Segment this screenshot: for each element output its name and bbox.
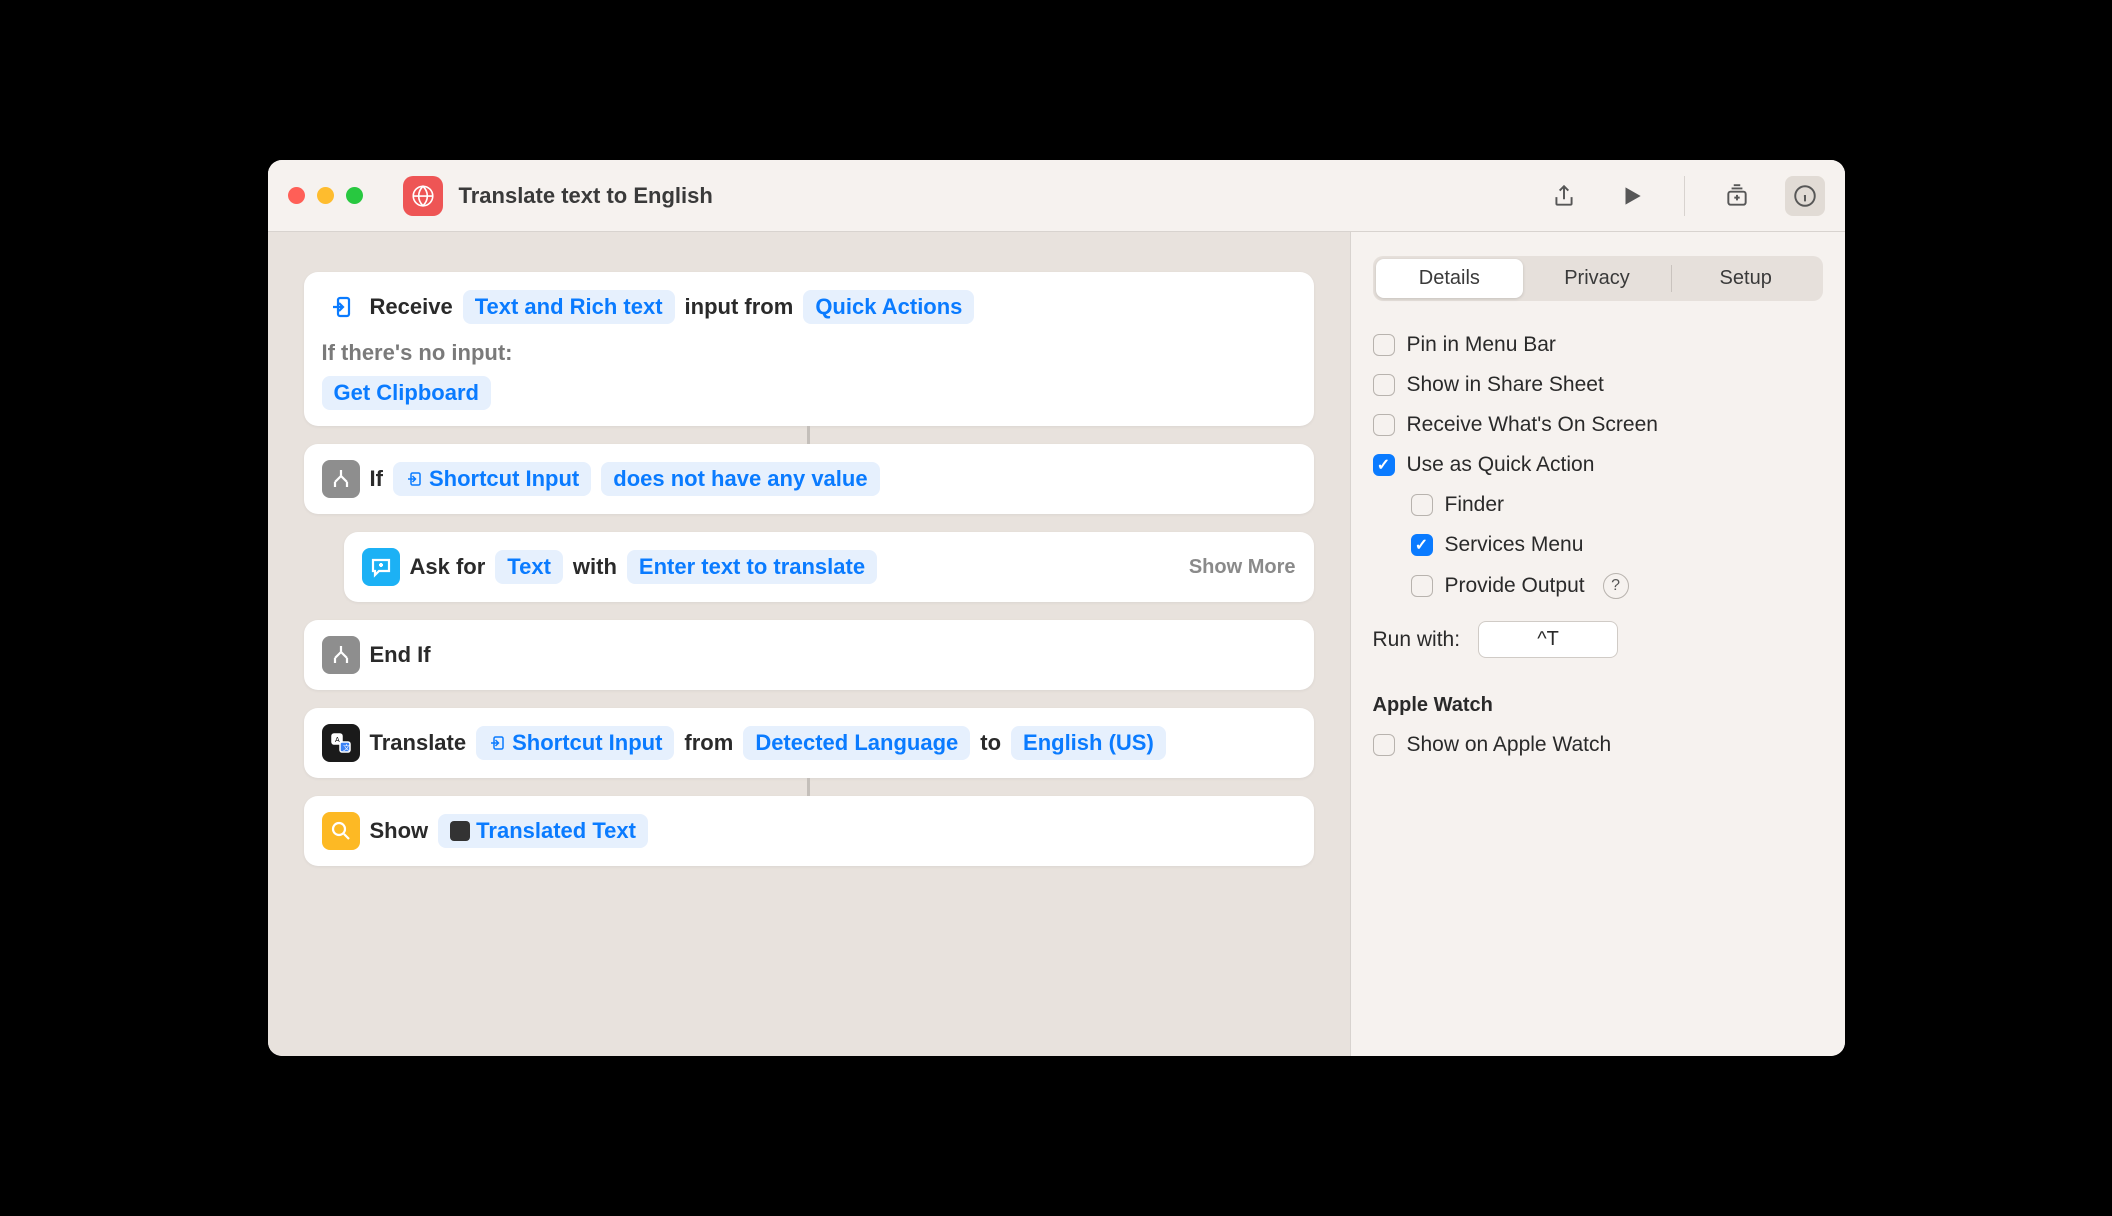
fallback-action-token[interactable]: Get Clipboard <box>322 376 491 410</box>
window-controls <box>288 187 363 204</box>
receive-screen-label: Receive What's On Screen <box>1407 413 1658 437</box>
svg-text:文: 文 <box>343 743 350 752</box>
branch-icon <box>322 460 360 498</box>
tab-details[interactable]: Details <box>1376 259 1524 298</box>
quicklook-icon <box>322 812 360 850</box>
if-label: If <box>370 466 383 492</box>
if-variable-token[interactable]: Shortcut Input <box>393 462 591 496</box>
receive-screen-checkbox[interactable] <box>1373 414 1395 436</box>
inspector-sidebar: Details Privacy Setup Pin in Menu Bar Sh… <box>1350 232 1845 1056</box>
translate-from-label: from <box>684 730 733 756</box>
ask-type-token[interactable]: Text <box>495 550 563 584</box>
to-language-token[interactable]: English (US) <box>1011 726 1166 760</box>
translate-to-label: to <box>980 730 1001 756</box>
share-sheet-row: Show in Share Sheet <box>1373 365 1823 405</box>
services-menu-checkbox[interactable] <box>1411 534 1433 556</box>
provide-output-checkbox[interactable] <box>1411 575 1433 597</box>
provide-output-row: Provide Output ? <box>1373 565 1823 607</box>
receive-screen-row: Receive What's On Screen <box>1373 405 1823 445</box>
finder-row: Finder <box>1373 485 1823 525</box>
close-window-button[interactable] <box>288 187 305 204</box>
input-icon <box>322 288 360 326</box>
services-menu-label: Services Menu <box>1445 533 1584 557</box>
no-input-label: If there's no input: <box>322 340 1296 366</box>
if-condition-token[interactable]: does not have any value <box>601 462 879 496</box>
translate-mini-icon <box>450 821 470 841</box>
ask-action-card[interactable]: Ask for Text with Enter text to translat… <box>344 532 1314 602</box>
workflow-canvas[interactable]: Receive Text and Rich text input from Qu… <box>268 232 1350 1056</box>
show-variable-token[interactable]: Translated Text <box>438 814 648 848</box>
show-label: Show <box>370 818 429 844</box>
share-button[interactable] <box>1544 176 1584 216</box>
finder-checkbox[interactable] <box>1411 494 1433 516</box>
ask-with-label: with <box>573 554 617 580</box>
endif-action-card[interactable]: End If <box>304 620 1314 690</box>
pin-menu-bar-checkbox[interactable] <box>1373 334 1395 356</box>
receive-label: Receive <box>370 294 453 320</box>
window-body: Receive Text and Rich text input from Qu… <box>268 232 1845 1056</box>
input-from-label: input from <box>685 294 794 320</box>
zoom-window-button[interactable] <box>346 187 363 204</box>
if-variable-label: Shortcut Input <box>429 466 579 492</box>
pin-menu-bar-row: Pin in Menu Bar <box>1373 325 1823 365</box>
quick-action-label: Use as Quick Action <box>1407 453 1595 477</box>
connector <box>807 778 810 796</box>
titlebar: Translate text to English <box>268 160 1845 232</box>
run-button[interactable] <box>1612 176 1652 216</box>
apple-watch-checkbox[interactable] <box>1373 734 1395 756</box>
tab-setup[interactable]: Setup <box>1672 259 1820 298</box>
from-language-token[interactable]: Detected Language <box>743 726 970 760</box>
translate-input-token[interactable]: Shortcut Input <box>476 726 674 760</box>
svg-text:A: A <box>335 737 340 744</box>
provide-output-help-button[interactable]: ? <box>1603 573 1629 599</box>
pin-menu-bar-label: Pin in Menu Bar <box>1407 333 1556 357</box>
library-button[interactable] <box>1717 176 1757 216</box>
minimize-window-button[interactable] <box>317 187 334 204</box>
toolbar <box>1544 176 1825 216</box>
receive-action-card[interactable]: Receive Text and Rich text input from Qu… <box>304 272 1314 426</box>
show-variable-label: Translated Text <box>476 818 636 844</box>
info-button[interactable] <box>1785 176 1825 216</box>
keyboard-shortcut-field[interactable]: ^T <box>1478 621 1618 658</box>
input-types-token[interactable]: Text and Rich text <box>463 290 675 324</box>
endif-label: End If <box>370 642 431 668</box>
apple-watch-label: Show on Apple Watch <box>1407 733 1612 757</box>
ask-for-label: Ask for <box>410 554 486 580</box>
ask-icon <box>362 548 400 586</box>
run-with-label: Run with: <box>1373 628 1461 652</box>
shortcut-app-icon <box>403 176 443 216</box>
branch-icon <box>322 636 360 674</box>
apple-watch-heading: Apple Watch <box>1373 694 1823 717</box>
window-title: Translate text to English <box>459 183 713 209</box>
apple-watch-row: Show on Apple Watch <box>1373 725 1823 765</box>
show-action-card[interactable]: Show Translated Text <box>304 796 1314 866</box>
quick-action-checkbox[interactable] <box>1373 454 1395 476</box>
run-with-row: Run with: ^T <box>1373 621 1823 658</box>
share-sheet-checkbox[interactable] <box>1373 374 1395 396</box>
input-source-token[interactable]: Quick Actions <box>803 290 974 324</box>
share-sheet-label: Show in Share Sheet <box>1407 373 1604 397</box>
if-action-card[interactable]: If Shortcut Input does not have any valu… <box>304 444 1314 514</box>
tab-privacy[interactable]: Privacy <box>1523 259 1671 298</box>
shortcuts-editor-window: Translate text to English <box>268 160 1845 1056</box>
services-menu-row: Services Menu <box>1373 525 1823 565</box>
ask-prompt-token[interactable]: Enter text to translate <box>627 550 877 584</box>
translate-input-label: Shortcut Input <box>512 730 662 756</box>
toolbar-divider <box>1684 176 1685 216</box>
translate-icon: A文 <box>322 724 360 762</box>
translate-action-card[interactable]: A文 Translate Shortcut Input from Detecte… <box>304 708 1314 778</box>
connector <box>807 426 810 444</box>
quick-action-row: Use as Quick Action <box>1373 445 1823 485</box>
sidebar-tabs: Details Privacy Setup <box>1373 256 1823 301</box>
show-more-button[interactable]: Show More <box>1189 556 1296 579</box>
finder-label: Finder <box>1445 493 1505 517</box>
translate-label: Translate <box>370 730 467 756</box>
provide-output-label: Provide Output <box>1445 574 1585 598</box>
